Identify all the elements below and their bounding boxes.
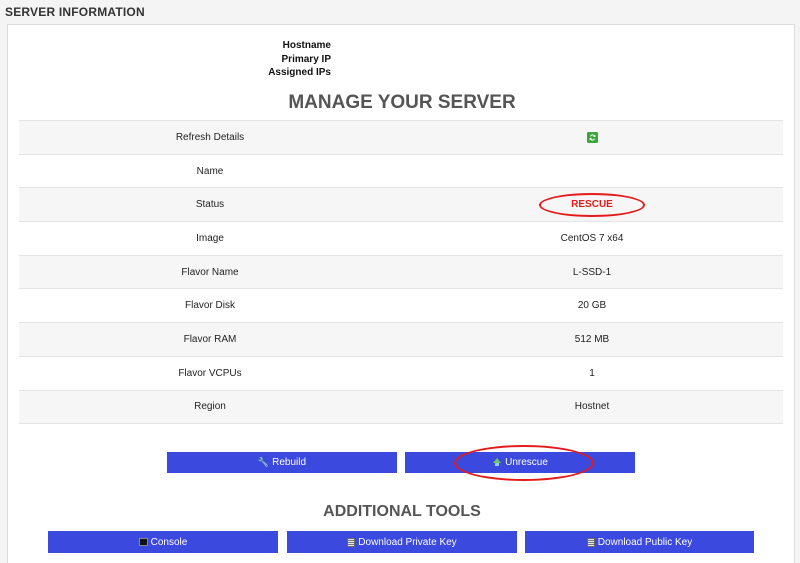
rebuild-button[interactable]: 🔧 Rebuild (167, 452, 397, 473)
download-public-key-button[interactable]: Download Public Key (525, 531, 754, 553)
image-label: Image (196, 232, 224, 244)
refresh-icon[interactable] (586, 131, 598, 143)
image-value: CentOS 7 x64 (560, 232, 624, 244)
terminal-icon (138, 538, 148, 546)
flavor-vcpus-value: 1 (589, 367, 595, 379)
table-row: Name (19, 154, 783, 188)
table-row: Image CentOS 7 x64 (19, 221, 783, 256)
section-title: SERVER INFORMATION (5, 5, 145, 19)
flavor-ram-value: 512 MB (574, 333, 610, 345)
download-private-label: Download Private Key (358, 536, 457, 548)
status-label: Status (195, 199, 225, 211)
table-row: Flavor RAM 512 MB (19, 322, 783, 357)
download-private-key-button[interactable]: Download Private Key (287, 531, 517, 553)
wrench-icon: 🔧 (257, 457, 270, 467)
name-label: Name (196, 165, 224, 177)
table-row: Region Hostnet (19, 390, 783, 424)
unrescue-icon (492, 457, 502, 469)
flavor-ram-label: Flavor RAM (183, 333, 237, 345)
table-row: Status RESCUE (19, 187, 783, 222)
region-label: Region (194, 401, 226, 413)
download-public-label: Download Public Key (597, 536, 693, 548)
name-value (401, 154, 783, 188)
server-details-table: Refresh Details Name Status RESCUE Image… (19, 120, 783, 424)
tools-title: ADDITIONAL TOOLS (323, 503, 481, 520)
table-row: Flavor Name L-SSD-1 (19, 255, 783, 289)
status-badge: RESCUE (539, 192, 645, 217)
unrescue-label: Unrescue (505, 457, 548, 468)
table-row: Flavor VCPUs 1 (19, 356, 783, 390)
status-highlight-oval (539, 192, 645, 217)
console-label: Console (150, 536, 188, 548)
document-icon (347, 537, 356, 547)
console-button[interactable]: Console (48, 531, 278, 553)
hostname-label: Hostname (282, 40, 331, 51)
manage-title: MANAGE YOUR SERVER (288, 92, 516, 113)
region-value: Hostnet (574, 401, 610, 413)
unrescue-button[interactable]: Unrescue (405, 452, 635, 473)
flavor-disk-label: Flavor Disk (184, 300, 235, 312)
flavor-name-value: L-SSD-1 (572, 266, 612, 278)
flavor-name-label: Flavor Name (181, 266, 239, 278)
server-panel: Hostname Primary IP Assigned IPs MANAGE … (7, 24, 795, 563)
refresh-label: Refresh Details (175, 131, 245, 143)
host-info: Hostname Primary IP Assigned IPs (268, 39, 331, 80)
flavor-vcpus-label: Flavor VCPUs (178, 367, 242, 379)
rebuild-label: Rebuild (272, 457, 307, 468)
table-row: Refresh Details (19, 120, 783, 155)
table-row: Flavor Disk 20 GB (19, 288, 783, 323)
primary-ip-label: Primary IP (281, 53, 331, 65)
flavor-disk-value: 20 GB (577, 300, 607, 312)
assigned-ips-label: Assigned IPs (268, 67, 331, 78)
document-icon (586, 537, 595, 547)
